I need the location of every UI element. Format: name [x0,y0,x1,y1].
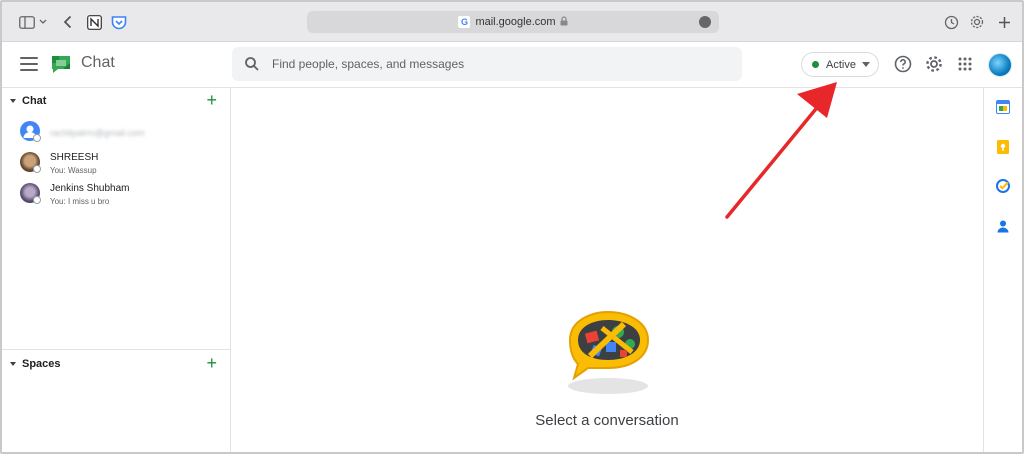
browser-settings-gear-icon[interactable] [968,13,986,31]
left-sidebar: Chat + rachitpalrm@gmail.com SHREESH You… [2,88,231,452]
notion-icon[interactable] [85,13,103,31]
annotation-arrow [725,82,837,219]
caret-down-icon [10,99,16,103]
url-text: mail.google.com [475,16,556,28]
chat-section-header[interactable]: Chat + [2,88,231,114]
dm-list-item[interactable]: Jenkins Shubham You: I miss u bro [2,180,231,210]
app-title: Chat [81,54,115,71]
chevron-left-icon[interactable] [59,13,77,31]
dm-list-item[interactable]: SHREESH You: Wassup [2,149,231,179]
more-options-icon[interactable] [699,16,711,28]
lock-icon [560,16,568,28]
dm-list-item[interactable]: rachitpalrm@gmail.com [2,118,231,148]
google-chat-logo-icon [50,54,72,74]
dm-preview: You: I miss u bro [50,197,110,206]
keep-icon[interactable] [996,140,1010,154]
browser-toolbar: G mail.google.com [2,2,1022,42]
tasks-icon[interactable] [996,179,1010,193]
spaces-section-label: Spaces [22,358,61,370]
empty-state-illustration [562,310,654,396]
search-input[interactable]: Find people, spaces, and messages [272,57,464,71]
calendar-icon[interactable] [996,100,1010,114]
section-divider [2,349,231,350]
contacts-icon[interactable] [996,219,1010,233]
search-bar[interactable]: Find people, spaces, and messages [232,47,742,81]
account-avatar[interactable] [988,53,1012,77]
search-icon [244,56,260,72]
dm-name-blurred: rachitpalrm@gmail.com [50,128,145,138]
chevron-down-icon[interactable] [38,13,48,31]
new-space-plus-icon[interactable]: + [206,353,217,373]
empty-state-text: Select a conversation [535,412,679,429]
spaces-section-header[interactable]: Spaces + [2,351,231,377]
chat-section-label: Chat [22,95,47,107]
address-bar[interactable]: G mail.google.com [307,11,719,33]
new-tab-plus-icon[interactable] [995,13,1013,31]
apps-grid-icon[interactable] [955,54,975,74]
google-favicon-icon: G [458,16,471,28]
presence-indicator [33,134,41,142]
dm-name: SHREESH [50,152,99,163]
right-side-rail [983,88,1022,452]
presence-indicator [33,196,41,204]
settings-gear-icon[interactable] [924,54,944,74]
history-icon[interactable] [942,13,960,31]
caret-down-icon [10,362,16,366]
dm-name: Jenkins Shubham [50,183,130,194]
menu-icon[interactable] [20,57,38,71]
presence-indicator [33,165,41,173]
sidebar-icon[interactable] [18,13,36,31]
dm-preview: You: Wassup [50,166,97,175]
help-icon[interactable] [893,54,913,74]
pocket-icon[interactable] [110,13,128,31]
window-frame: G mail.google.com Chat Find people, spac… [0,0,1024,454]
new-chat-plus-icon[interactable]: + [206,90,217,110]
